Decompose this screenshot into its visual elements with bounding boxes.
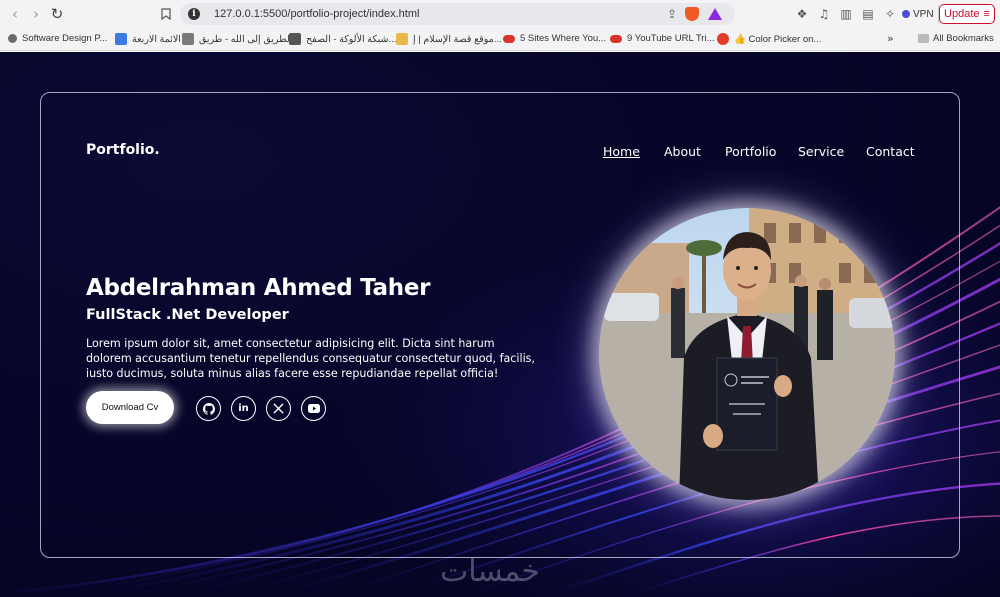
address-bar[interactable]: i 127.0.0.1:5500/portfolio-project/index… <box>180 3 735 25</box>
bookmark-favicon-icon <box>396 33 408 45</box>
x-icon[interactable] <box>266 396 291 421</box>
nav-home[interactable]: Home <box>603 144 640 159</box>
hero-role: FullStack .Net Developer <box>86 307 289 323</box>
brave-shield-icon[interactable] <box>685 7 699 21</box>
bookmark-favicon-icon <box>503 34 515 43</box>
linkedin-icon[interactable]: in <box>231 396 256 421</box>
profile-photo <box>599 208 895 500</box>
youtube-icon[interactable] <box>301 396 326 421</box>
update-button[interactable]: Update ≡ <box>939 4 995 24</box>
browser-toolbar: ‹ › ↻ i 127.0.0.1:5500/portfolio-project… <box>0 0 1000 28</box>
watermark-text: خمسات <box>440 554 541 589</box>
portfolio-page: Portfolio. Home About Portfolio Service … <box>0 52 1000 597</box>
extension-bar: ❖ ♫ ▥ ▤ ✧ <box>793 4 899 24</box>
all-bookmarks-button[interactable]: All Bookmarks <box>918 33 994 44</box>
bookmark-label: الائمة الاربعة <box>132 33 181 45</box>
nav-contact[interactable]: Contact <box>866 144 915 159</box>
bookmark-item[interactable]: الطريق إلى الله - طريق... <box>182 33 300 45</box>
sidebar-icon[interactable]: ▥ <box>837 4 855 24</box>
bookmark-label: 👍 Color Picker on... <box>734 33 822 45</box>
bookmark-label: Software Design P... <box>22 33 108 44</box>
ai-sparkle-icon[interactable]: ✧ <box>881 4 899 24</box>
vpn-button[interactable]: VPN <box>898 5 939 23</box>
brave-rewards-icon[interactable] <box>708 8 722 20</box>
menu-icon: ≡ <box>983 8 990 20</box>
bookmark-label: 9 YouTube URL Tri... <box>627 33 715 44</box>
forward-icon[interactable]: › <box>25 3 47 25</box>
nav-service[interactable]: Service <box>798 144 844 159</box>
back-icon[interactable]: ‹ <box>4 3 26 25</box>
site-info-icon[interactable]: i <box>188 8 200 20</box>
folder-icon <box>918 34 929 43</box>
bookmark-item[interactable]: شبكة الألوكة - الصفح... <box>289 33 396 45</box>
bookmark-favicon-icon <box>8 34 17 43</box>
bookmark-item[interactable]: 5 Sites Where You... <box>503 33 606 44</box>
bookmark-item[interactable]: Software Design P... <box>8 33 107 44</box>
nav-about[interactable]: About <box>664 144 701 159</box>
bookmark-label: 5 Sites Where You... <box>520 33 607 44</box>
update-label: Update <box>944 8 980 20</box>
all-bookmarks-label: All Bookmarks <box>933 33 994 44</box>
extensions-icon[interactable]: ❖ <box>793 4 811 24</box>
bookmark-favicon-icon <box>289 33 301 45</box>
site-logo[interactable]: Portfolio. <box>86 142 160 158</box>
wallet-icon[interactable]: ▤ <box>859 4 877 24</box>
bookmark-label: شبكة الألوكة - الصفح... <box>306 33 397 45</box>
bookmark-label: موقع قصة الإسلام | إ... <box>413 33 502 45</box>
bookmark-item[interactable]: الائمة الاربعة <box>115 33 181 45</box>
reload-icon[interactable]: ↻ <box>46 3 68 25</box>
bookmark-favicon-icon <box>182 33 194 45</box>
bookmark-favicon-icon <box>610 34 622 43</box>
music-icon[interactable]: ♫ <box>815 4 833 24</box>
hero-description: Lorem ipsum dolor sit, amet consectetur … <box>86 337 535 381</box>
url-text[interactable]: 127.0.0.1:5500/portfolio-project/index.h… <box>214 8 419 20</box>
main-nav: Home About Portfolio Service Contact <box>600 144 920 162</box>
bookmark-label: الطريق إلى الله - طريق... <box>199 33 300 45</box>
download-cv-button[interactable]: Download Cv <box>86 391 174 424</box>
bookmark-item[interactable]: 👍 Color Picker on... <box>717 33 821 45</box>
bookmark-item[interactable]: 9 YouTube URL Tri... <box>610 33 715 44</box>
more-bookmarks-icon[interactable]: » <box>887 32 894 45</box>
hero-name: Abdelrahman Ahmed Taher <box>86 275 431 301</box>
vpn-label: VPN <box>913 8 934 20</box>
bookmark-icon[interactable] <box>158 4 174 24</box>
bookmark-favicon-icon <box>717 33 729 45</box>
nav-portfolio[interactable]: Portfolio <box>725 144 776 159</box>
bookmarks-bar: Software Design P... الائمة الاربعة الطر… <box>0 28 1000 51</box>
share-icon[interactable]: ⇪ <box>667 7 677 21</box>
vpn-icon <box>902 10 910 18</box>
bookmark-favicon-icon <box>115 33 127 45</box>
github-icon[interactable] <box>196 396 221 421</box>
bookmark-item[interactable]: موقع قصة الإسلام | إ... <box>396 33 502 45</box>
